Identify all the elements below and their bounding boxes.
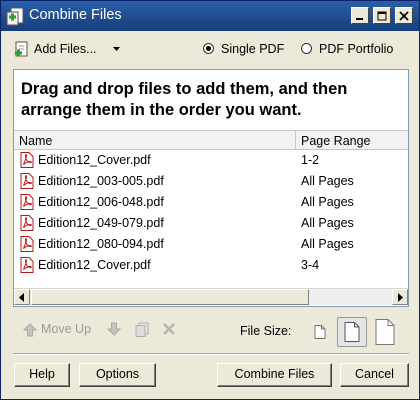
arrow-down-icon[interactable] xyxy=(107,322,121,336)
single-pdf-label: Single PDF xyxy=(221,42,285,56)
add-files-icon xyxy=(15,41,28,57)
add-files-label: Add Files... xyxy=(34,42,97,56)
instructions-text: Drag and drop files to add them, and the… xyxy=(21,80,348,119)
file-name: Edition12_049-079.pdf xyxy=(38,216,164,230)
radio-unselected-indicator[interactable] xyxy=(301,43,312,54)
title-bar[interactable]: Combine Files xyxy=(1,1,419,31)
move-up-label: Move Up xyxy=(41,322,92,336)
pdf-file-icon xyxy=(20,194,34,210)
file-page-range: All Pages xyxy=(301,195,354,209)
file-row[interactable]: Edition12_049-079.pdf All Pages xyxy=(14,213,408,234)
combine-files-button[interactable]: Combine Files xyxy=(217,363,332,387)
chevron-right-icon xyxy=(398,293,403,302)
file-name: Edition12_080-094.pdf xyxy=(38,237,164,251)
separator xyxy=(13,353,409,355)
minimize-icon xyxy=(356,18,363,20)
file-name: Edition12_Cover.pdf xyxy=(38,258,151,272)
file-name: Edition12_006-048.pdf xyxy=(38,195,164,209)
radio-selected-indicator[interactable] xyxy=(203,43,214,54)
help-button[interactable]: Help xyxy=(14,363,70,387)
expand-pages-icon[interactable] xyxy=(135,322,149,337)
horizontal-scrollbar[interactable] xyxy=(14,288,408,305)
file-page-range: All Pages xyxy=(301,237,354,251)
file-size-small-icon[interactable] xyxy=(311,323,329,341)
column-header-name[interactable]: Name xyxy=(19,134,52,148)
scrollbar-thumb[interactable] xyxy=(31,289,309,305)
actions-row: Move Up File Size: xyxy=(1,311,419,351)
arrow-up-icon xyxy=(23,323,37,337)
column-header-page-range[interactable]: Page Range xyxy=(295,131,371,149)
maximize-icon xyxy=(377,11,387,21)
remove-icon[interactable] xyxy=(162,322,176,336)
pdf-file-icon xyxy=(20,215,34,231)
file-page-range: 3-4 xyxy=(301,258,320,272)
file-name: Edition12_Cover.pdf xyxy=(38,153,151,167)
file-size-medium-button[interactable] xyxy=(337,317,367,347)
pdf-file-icon xyxy=(20,152,34,168)
cancel-button[interactable]: Cancel xyxy=(340,363,409,387)
window-title: Combine Files xyxy=(29,7,122,23)
pdf-file-icon xyxy=(20,236,34,252)
file-page-range: 1-2 xyxy=(301,153,320,167)
close-icon xyxy=(399,11,409,21)
pdf-file-icon xyxy=(20,173,34,189)
file-size-large-icon[interactable] xyxy=(371,317,399,347)
file-row[interactable]: Edition12_Cover.pdf 1-2 xyxy=(14,150,408,171)
file-row[interactable]: Edition12_080-094.pdf All Pages xyxy=(14,234,408,255)
file-name: Edition12_003-005.pdf xyxy=(38,174,164,188)
file-row[interactable]: Edition12_003-005.pdf All Pages xyxy=(14,171,408,192)
file-row[interactable]: Edition12_006-048.pdf All Pages xyxy=(14,192,408,213)
file-row[interactable]: Edition12_Cover.pdf 3-4 xyxy=(14,255,408,276)
combine-files-app-icon xyxy=(6,7,24,26)
pdf-portfolio-label: PDF Portfolio xyxy=(319,42,394,56)
column-header: Name Page Range xyxy=(14,130,408,150)
combine-files-dialog: Combine Files Add Files... Single PDF PD… xyxy=(0,0,420,400)
file-size-medium-icon xyxy=(344,322,360,342)
file-page-range: All Pages xyxy=(301,174,354,188)
file-page-range: All Pages xyxy=(301,216,354,230)
scroll-left-button[interactable] xyxy=(14,289,30,305)
minimize-button[interactable] xyxy=(351,7,369,24)
close-button[interactable] xyxy=(395,7,413,24)
file-list-panel[interactable]: Drag and drop files to add them, and the… xyxy=(13,69,409,307)
file-list: Edition12_Cover.pdf 1-2 Edition12_003-00… xyxy=(14,150,408,276)
file-size-label: File Size: xyxy=(240,324,292,338)
chevron-left-icon xyxy=(19,293,24,302)
maximize-button[interactable] xyxy=(373,7,391,24)
toolbar: Add Files... Single PDF PDF Portfolio xyxy=(1,33,419,65)
scroll-right-button[interactable] xyxy=(392,289,408,305)
pdf-file-icon xyxy=(20,257,34,273)
options-button[interactable]: Options xyxy=(79,363,156,387)
chevron-down-icon[interactable] xyxy=(113,47,120,52)
